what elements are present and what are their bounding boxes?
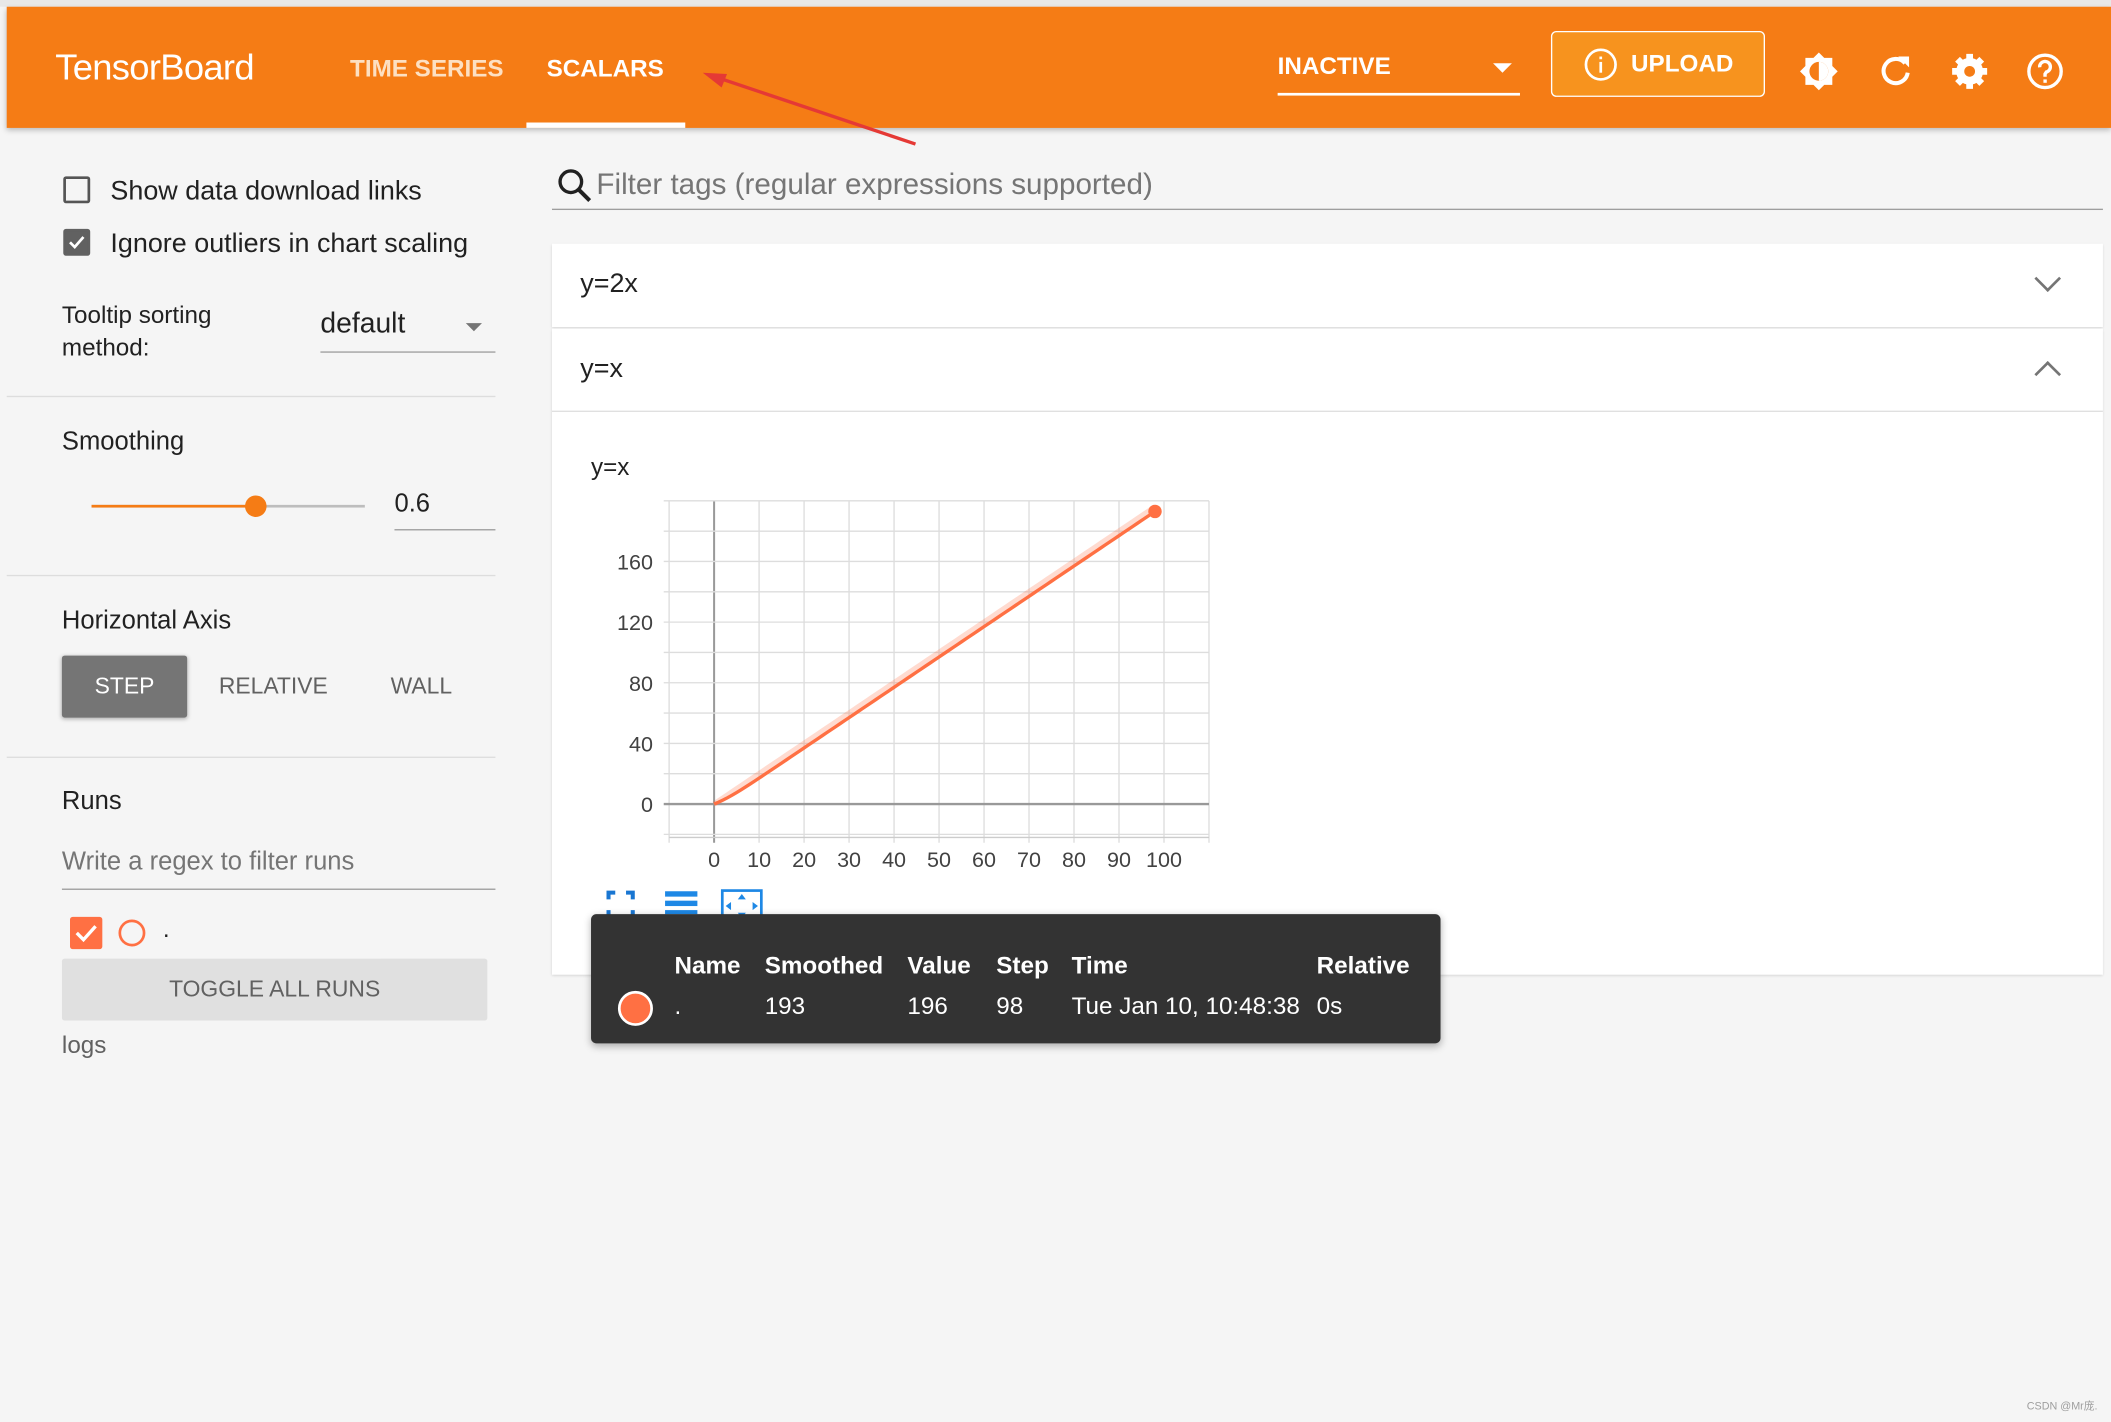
y-tick-label: 80 [629,672,653,696]
x-tick-label: 80 [1062,848,1086,872]
logdir-label: logs [61,1031,107,1059]
watermark: CSDN @Mr庞. [2026,1400,2098,1413]
y-tick-label: 0 [641,793,653,817]
tooltip-relative: 0s [1316,992,1343,1020]
active-tab-indicator [526,122,686,128]
tooltip-header-smoothed: Smoothed [764,951,884,979]
divider [6,756,496,758]
search-icon [558,169,592,203]
tooltip-header-relative: Relative [1316,951,1410,979]
tooltip-sorting-label: Tooltip sorting method: [62,299,212,364]
tooltip-run-color-icon [617,990,653,1026]
annotation-arrow [702,72,917,146]
show-download-links-checkbox[interactable] [63,176,91,204]
x-tick-label: 40 [882,848,906,872]
tag-filter-underline [551,208,2103,211]
run-color-swatch[interactable] [118,919,146,947]
x-tick-label: 70 [1017,848,1041,872]
smoothing-value-input[interactable]: 0.6 [394,490,496,531]
divider [6,395,496,398]
smoothing-slider-fill [91,504,256,508]
upload-button[interactable]: UPLOAD [1550,30,1765,97]
tooltip-header-value: Value [907,951,971,979]
tooltip-header-time: Time [1071,951,1128,979]
tooltip-step: 98 [996,992,1024,1020]
horizontal-axis-label: Horizontal Axis [61,607,232,636]
smoothing-slider-track[interactable] [91,495,365,517]
tooltip-smoothed: 193 [764,992,806,1020]
chart-title: y=x [591,453,630,481]
show-download-links-label: Show data download links [110,176,422,206]
runs-label: Runs [61,787,122,816]
info-icon [1583,47,1617,81]
chevron-up-icon[interactable] [2034,360,2062,388]
card-header-yx[interactable]: y=x [551,328,2103,412]
ignore-outliers-label: Ignore outliers in chart scaling [110,228,469,259]
divider [6,574,496,577]
y-tick-label: 120 [617,611,653,635]
axis-relative-button[interactable]: RELATIVE [202,656,345,718]
tooltip-time: Tue Jan 10, 10:48:38 [1071,992,1300,1020]
theme-brightness-icon[interactable] [1799,51,1839,91]
header-bar: TensorBoard TIME SERIES SCALARS INACTIVE… [6,6,2111,128]
tab-time-series[interactable]: TIME SERIES [350,55,504,83]
top-strip [0,0,2111,7]
ignore-outliers-checkbox[interactable] [63,228,91,256]
y-tick-label: 160 [617,551,653,575]
tag-filter-input[interactable]: Filter tags (regular expressions support… [596,167,1152,202]
x-tick-label: 10 [747,848,771,872]
dropdown-arrow-icon [465,323,482,332]
y-tick-label: 40 [629,732,653,756]
x-tick-label: 0 [708,848,720,872]
upload-label: UPLOAD [1631,49,1734,77]
tooltip-header-name: Name [674,951,741,979]
tensorboard-app: TensorBoard TIME SERIES SCALARS INACTIVE… [0,0,2111,1422]
axis-wall-button[interactable]: WALL [364,656,480,718]
smoothing-label: Smoothing [61,428,185,457]
card-title: y=2x [580,269,638,299]
checkmark-icon [69,236,85,250]
axis-step-button[interactable]: STEP [61,655,188,718]
runs-filter-input[interactable]: Write a regex to filter runs [61,848,496,890]
app-logo: TensorBoard [55,47,254,88]
chevron-down-icon[interactable] [2034,265,2062,293]
run-checkbox[interactable] [70,916,103,950]
x-tick-label: 100 [1146,848,1182,872]
raw-series-line [712,504,1157,807]
help-icon[interactable] [2025,51,2065,91]
toggle-all-runs-button[interactable]: TOGGLE ALL RUNS [61,958,488,1021]
card-title: y=x [580,354,623,384]
x-tick-label: 50 [927,848,951,872]
card-header-y2x[interactable]: y=2x [551,243,2103,328]
tooltip-sorting-value: default [320,308,406,340]
scalar-chart[interactable]: 0 10 20 30 40 50 60 70 80 90 100 0 40 80 120 160 [592,485,1225,889]
tooltip-run-name: . [674,992,682,1020]
plugin-select-dropdown[interactable]: INACTIVE [1277,52,1520,96]
chart-tooltip: Name Smoothed Value Step Time Relative .… [591,914,1441,1044]
dropdown-arrow-icon [1493,63,1512,73]
tooltip-sorting-label-line2: method: [61,333,150,361]
refresh-icon[interactable] [1875,51,1915,91]
checkmark-icon [75,925,97,943]
hover-point-marker [1148,504,1162,519]
tooltip-sorting-label-line1: Tooltip sorting [61,301,212,329]
x-tick-label: 60 [972,848,996,872]
run-name: . [162,915,170,943]
plugin-select-value: INACTIVE [1277,52,1391,80]
smoothing-slider-thumb[interactable] [244,495,267,517]
x-tick-label: 30 [837,848,861,872]
tab-scalars[interactable]: SCALARS [547,55,664,83]
tooltip-header-step: Step [996,951,1049,979]
tooltip-value: 196 [907,992,948,1020]
x-tick-label: 20 [792,848,816,872]
tooltip-sorting-select[interactable]: default [320,308,496,353]
settings-gear-icon[interactable] [1949,51,1989,91]
x-tick-label: 90 [1107,848,1131,872]
